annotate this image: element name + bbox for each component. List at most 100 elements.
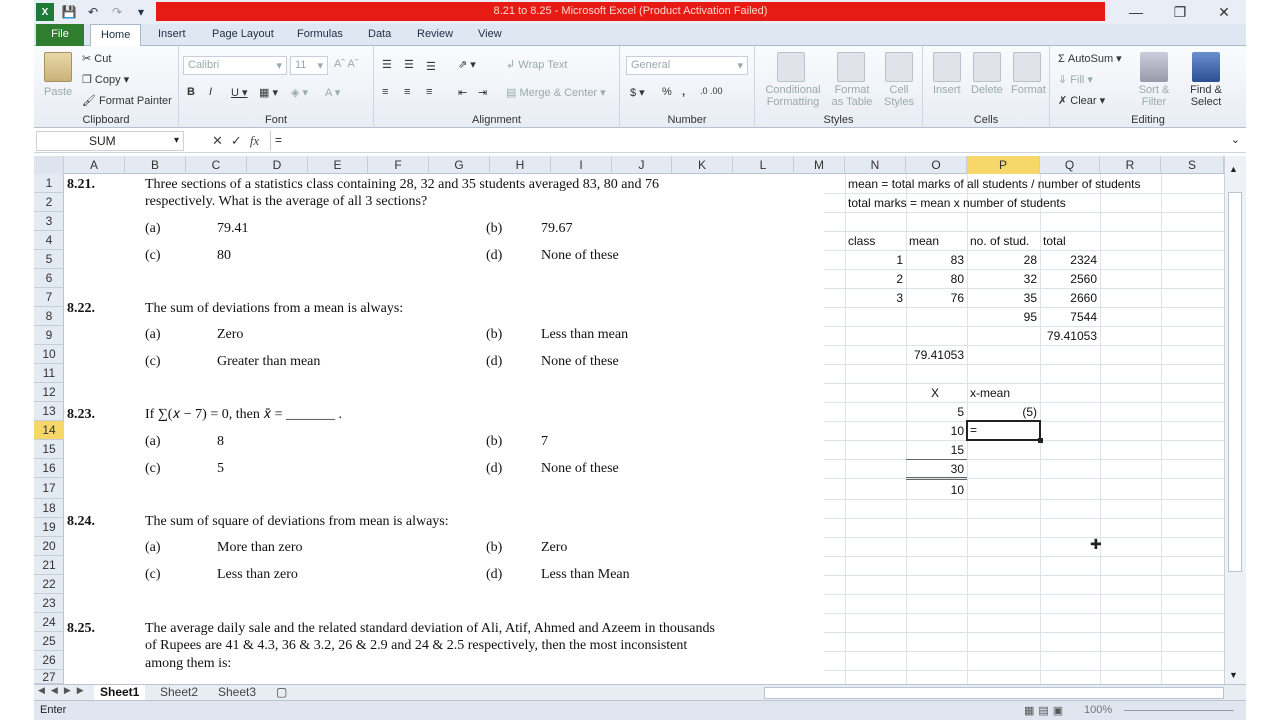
tab-home[interactable]: Home [90,24,142,47]
header-cell[interactable]: X [906,386,964,400]
data-cell[interactable]: 28 [967,253,1037,267]
tab-data[interactable]: Data [358,24,401,46]
note-cell[interactable]: mean = total marks of all students / num… [848,177,1140,191]
row-header[interactable]: 12 [34,383,64,402]
vertical-scrollbar[interactable]: ▲ ▼ [1224,156,1246,684]
insert-cells-button[interactable]: Insert [933,84,961,96]
save-icon[interactable]: 💾 [60,3,78,21]
italic-icon[interactable]: I [209,86,212,98]
data-cell[interactable]: 79.41053 [906,348,964,362]
increase-indent-icon[interactable]: ⇥ [478,86,487,99]
row-header[interactable]: 14 [34,421,64,440]
col-header-i[interactable]: I [551,156,612,174]
row-header[interactable]: 18 [34,499,64,518]
format-cells-button[interactable]: Format [1011,84,1046,96]
sort-filter-icon[interactable] [1140,52,1168,82]
data-cell[interactable]: 2 [845,272,903,286]
bottom-align-icon[interactable]: ☰ [426,60,436,73]
col-header-n[interactable]: N [845,156,906,174]
col-header-p[interactable]: P [967,156,1040,174]
col-header-o[interactable]: O [906,156,967,174]
sort-filter-button[interactable]: Sort & Filter [1134,84,1174,108]
data-cell[interactable]: (5) [967,405,1037,419]
data-cell[interactable]: 95 [967,310,1037,324]
insert-function-button[interactable]: fx [250,133,259,149]
row-header[interactable]: 16 [34,459,64,478]
align-center-icon[interactable]: ≡ [404,86,410,98]
format-cells-icon[interactable] [1013,52,1041,82]
col-header-q[interactable]: Q [1040,156,1100,174]
row-header[interactable]: 23 [34,594,64,613]
comma-icon[interactable]: , [682,86,685,98]
active-cell-p14[interactable]: = [966,420,1043,443]
close-icon[interactable]: ✕ [1202,0,1246,24]
data-cell[interactable]: 5 [906,405,964,419]
middle-align-icon[interactable]: ☰ [404,58,414,71]
row-header[interactable]: 27 [34,670,64,684]
col-header-r[interactable]: R [1100,156,1161,174]
row-header[interactable]: 20 [34,537,64,556]
col-header-k[interactable]: K [672,156,733,174]
scroll-up-icon[interactable]: ▲ [1229,164,1238,174]
enter-icon[interactable]: ✓ [231,133,242,149]
delete-cells-button[interactable]: Delete [971,84,1003,96]
minimize-icon[interactable]: — [1114,0,1158,24]
cancel-icon[interactable]: ✕ [212,133,223,149]
data-cell[interactable]: 35 [967,291,1037,305]
col-header-g[interactable]: G [429,156,490,174]
sheet-tab-3[interactable]: Sheet3 [212,685,262,701]
name-box[interactable]: SUM [36,131,184,151]
col-header-h[interactable]: H [490,156,551,174]
undo-icon[interactable]: ↶ [84,3,102,21]
row-header[interactable]: 22 [34,575,64,594]
fill-color-icon[interactable]: ◈ ▾ [291,86,308,99]
cell-styles-button[interactable]: Cell Styles [879,84,919,108]
worksheet-grid[interactable]: 8.21. Three sections of a statistics cla… [64,174,1224,684]
expand-formula-icon[interactable]: ⌄ [1231,133,1240,146]
row-header[interactable]: 15 [34,440,64,459]
decrease-indent-icon[interactable]: ⇤ [458,86,467,99]
row-header[interactable]: 8 [34,307,64,326]
data-cell[interactable]: 83 [906,253,964,267]
align-right-icon[interactable]: ≡ [426,86,432,98]
restore-icon[interactable]: ❐ [1158,0,1202,24]
clear-button[interactable]: ✗ Clear ▾ [1058,94,1105,107]
data-cell[interactable]: 76 [906,291,964,305]
data-cell[interactable]: 2324 [1040,253,1097,267]
autosum-button[interactable]: Σ AutoSum ▾ [1058,52,1122,65]
zoom-level[interactable]: 100% [1084,704,1112,716]
data-cell[interactable]: 80 [906,272,964,286]
row-header[interactable]: 2 [34,193,64,212]
data-cell[interactable]: 1 [845,253,903,267]
tab-file[interactable]: File [36,24,84,46]
binoculars-icon[interactable] [1192,52,1220,82]
row-header[interactable]: 17 [34,478,64,499]
view-buttons-icon[interactable]: ▦▤▣ [1024,704,1067,717]
data-cell[interactable]: 2660 [1040,291,1097,305]
col-header-m[interactable]: M [794,156,845,174]
row-header[interactable]: 10 [34,345,64,364]
wrap-text-button[interactable]: ↲ Wrap Text [506,58,567,71]
tab-view[interactable]: View [468,24,512,46]
number-format-select[interactable]: General ▾ [626,56,748,75]
row-header[interactable]: 3 [34,212,64,231]
cut-button[interactable]: ✂ Cut [82,52,111,65]
increase-decimal-icon[interactable]: .0 .00 [700,86,723,96]
row-header[interactable]: 6 [34,269,64,288]
row-header[interactable]: 26 [34,651,64,670]
copy-button[interactable]: ❐ Copy ▾ [82,73,129,86]
row-header[interactable]: 4 [34,231,64,250]
row-header[interactable]: 7 [34,288,64,307]
data-cell[interactable]: 10 [906,483,964,497]
horizontal-scrollbar[interactable] [764,687,1224,699]
header-cell[interactable]: no. of stud. [970,234,1029,248]
border-icon[interactable]: ▦ ▾ [259,86,278,99]
data-cell[interactable]: 79.41053 [1040,329,1097,343]
sheet-tab-2[interactable]: Sheet2 [154,685,204,701]
header-cell[interactable]: mean [909,234,939,248]
name-box-dropdown-icon[interactable]: ▾ [174,135,179,146]
header-cell[interactable]: total [1043,234,1066,248]
row-header[interactable]: 24 [34,613,64,632]
col-header-j[interactable]: J [612,156,672,174]
top-align-icon[interactable]: ☰ [382,58,392,71]
